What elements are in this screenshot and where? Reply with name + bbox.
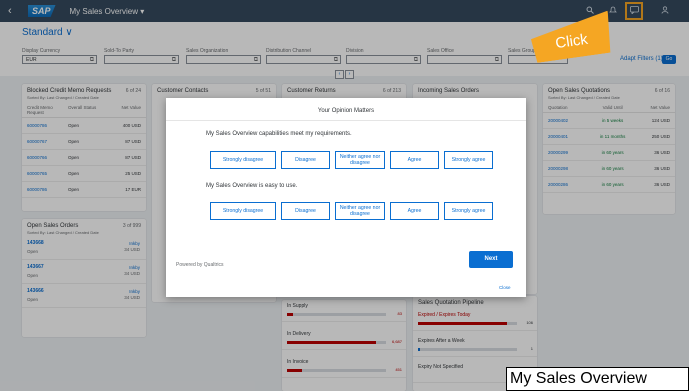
caption-label: My Sales Overview (506, 367, 689, 391)
feedback-dialog: Your Opinion Matters My Sales Overview c… (166, 98, 526, 297)
question-1: My Sales Overview capabilities meet my r… (206, 131, 352, 137)
option-neutral[interactable]: Neither agree nor disagree (335, 202, 385, 220)
next-button[interactable]: Next (469, 251, 513, 268)
question-2: My Sales Overview is easy to use. (206, 183, 298, 189)
option-agree[interactable]: Agree (390, 151, 439, 169)
rating-group-2: Strongly disagree Disagree Neither agree… (210, 202, 493, 220)
dialog-title: Your Opinion Matters (317, 108, 375, 114)
option-agree[interactable]: Agree (390, 202, 439, 220)
option-disagree[interactable]: Disagree (281, 151, 330, 169)
option-strongly-agree[interactable]: Strongly agree (444, 202, 493, 220)
option-disagree[interactable]: Disagree (281, 202, 330, 220)
close-link[interactable]: Close (499, 285, 511, 290)
option-neutral[interactable]: Neither agree nor disagree (335, 151, 385, 169)
option-strongly-disagree[interactable]: Strongly disagree (210, 151, 276, 169)
option-strongly-agree[interactable]: Strongly agree (444, 151, 493, 169)
option-strongly-disagree[interactable]: Strongly disagree (210, 202, 276, 220)
powered-by-label: Powered by Qualtrics (176, 262, 224, 268)
divider (166, 120, 526, 121)
rating-group-1: Strongly disagree Disagree Neither agree… (210, 151, 493, 169)
